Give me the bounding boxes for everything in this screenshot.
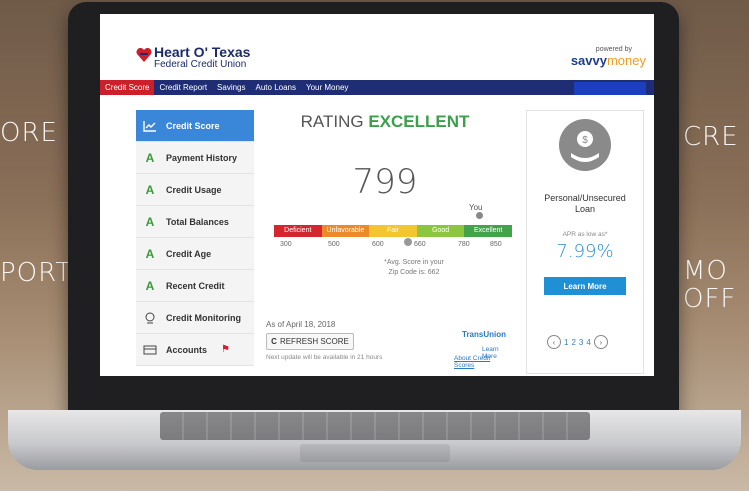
sidebar-item-credit-monitoring[interactable]: Credit Monitoring <box>136 302 254 334</box>
nav-your-money[interactable]: Your Money <box>301 80 353 95</box>
background-text-right-mid2: OFF <box>683 284 737 314</box>
page-4[interactable]: 4 <box>586 338 590 347</box>
apr-label: APR as low as* <box>562 231 608 238</box>
rating-heading: RATING EXCELLENT <box>300 112 470 131</box>
header: Heart O' Texas Federal Credit Union powe… <box>100 14 654 80</box>
heart-logo-icon <box>136 48 152 62</box>
score-panel: RATING EXCELLENT 799 You Deficient Unfavo… <box>258 110 512 372</box>
tick-label: 500 <box>328 241 340 248</box>
credit-score-value: 799 <box>352 162 418 202</box>
learn-more-button[interactable]: Learn More <box>544 277 626 295</box>
as-of-date: As of April 18, 2018 <box>266 320 336 329</box>
tick-label: 660 <box>414 241 426 248</box>
tick-label: 850 <box>490 241 502 248</box>
svg-text:$: $ <box>582 135 588 146</box>
refresh-icon: C <box>271 337 277 346</box>
savvymoney-logo: savvymoney <box>570 53 646 68</box>
nav-auto-loans[interactable]: Auto Loans <box>251 80 301 95</box>
grade-badge: A <box>145 278 155 293</box>
sidebar-item-label: Recent Credit <box>166 280 225 291</box>
nav-savings[interactable]: Savings <box>212 80 250 95</box>
sidebar-item-label: Credit Monitoring <box>166 312 241 323</box>
sidebar-item-label: Credit Usage <box>166 184 222 195</box>
grade-badge: A <box>145 246 155 261</box>
app-screen: Heart O' Texas Federal Credit Union powe… <box>100 14 654 376</box>
sidebar-item-label: Accounts <box>166 344 208 355</box>
offer-pager: ‹ 1 2 3 4 › <box>547 335 608 349</box>
background-text-left-bottom: PORT <box>0 258 73 288</box>
about-credit-scores-link[interactable]: About Credit Scores <box>454 355 512 369</box>
nav-user-box[interactable] <box>574 82 646 95</box>
sidebar-item-accounts[interactable]: Accounts ⚑ <box>136 334 254 366</box>
logo-title: Heart O' Texas <box>154 44 251 60</box>
you-marker <box>476 212 483 219</box>
score-band-deficient: Deficient <box>274 225 322 237</box>
score-range-bar: Deficient Unfavorable Fair Good Excellent <box>274 225 512 237</box>
sidebar-item-credit-score[interactable]: Credit Score <box>136 110 261 142</box>
logo-subtitle: Federal Credit Union <box>154 59 247 70</box>
transunion-logo: TransUnion <box>462 330 507 339</box>
sidebar: Credit Score A Payment History A Credit … <box>136 110 261 366</box>
sidebar-item-recent-credit[interactable]: A Recent Credit <box>136 270 254 302</box>
powered-by-label: powered by <box>595 46 632 53</box>
background-text-left-top: ORE <box>0 118 58 148</box>
score-band-excellent: Excellent <box>464 225 512 237</box>
chart-icon <box>140 120 160 132</box>
background-text-right-top: CRE <box>683 122 739 152</box>
page-3[interactable]: 3 <box>579 338 583 347</box>
score-band-good: Good <box>416 225 465 237</box>
chevron-right-icon[interactable]: › <box>593 335 608 349</box>
grade-badge: A <box>145 214 155 229</box>
sidebar-item-label: Total Balances <box>166 216 229 227</box>
grade-badge: A <box>145 150 155 165</box>
avg-score-note: *Avg. Score in your Zip Code is: 662 <box>384 259 444 276</box>
laptop-trackpad <box>300 444 450 462</box>
next-update-note: Next update will be available in 21 hour… <box>266 354 383 361</box>
offer-panel: $ Personal/Unsecured Loan APR as low as* … <box>526 110 644 374</box>
sidebar-item-label: Credit Score <box>166 120 220 131</box>
page-1[interactable]: 1 <box>564 338 568 347</box>
top-nav: Credit Score Credit Report Savings Auto … <box>100 80 654 95</box>
sidebar-item-payment-history[interactable]: A Payment History <box>136 142 254 174</box>
nav-credit-score[interactable]: Credit Score <box>100 80 155 95</box>
flag-icon: ⚑ <box>221 344 230 355</box>
sidebar-item-label: Credit Age <box>166 248 212 259</box>
you-label: You <box>469 203 483 212</box>
tick-label: 600 <box>372 241 384 248</box>
monitor-icon <box>140 312 160 324</box>
sidebar-item-credit-usage[interactable]: A Credit Usage <box>136 174 254 206</box>
background-text-right-mid1: MO <box>683 256 728 286</box>
laptop-keyboard <box>160 412 590 440</box>
sidebar-item-label: Payment History <box>166 152 238 163</box>
chevron-left-icon[interactable]: ‹ <box>547 335 561 349</box>
score-band-unfavorable: Unfavorable <box>321 225 370 237</box>
score-ticks: 300 500 600 660 780 850 <box>272 241 512 251</box>
tick-label: 300 <box>280 241 292 248</box>
tick-label: 780 <box>458 241 470 248</box>
sidebar-item-total-balances[interactable]: A Total Balances <box>136 206 254 238</box>
offer-title: Personal/Unsecured Loan <box>544 193 626 214</box>
apr-rate: 7.99% <box>556 241 614 262</box>
score-band-fair: Fair <box>369 225 417 237</box>
refresh-score-button[interactable]: C REFRESH SCORE <box>266 333 354 350</box>
page-2[interactable]: 2 <box>571 338 575 347</box>
money-bag-icon: $ <box>559 119 611 171</box>
grade-badge: A <box>145 182 155 197</box>
accounts-icon <box>140 344 160 355</box>
nav-credit-report[interactable]: Credit Report <box>154 80 212 95</box>
sidebar-item-credit-age[interactable]: A Credit Age <box>136 238 254 270</box>
